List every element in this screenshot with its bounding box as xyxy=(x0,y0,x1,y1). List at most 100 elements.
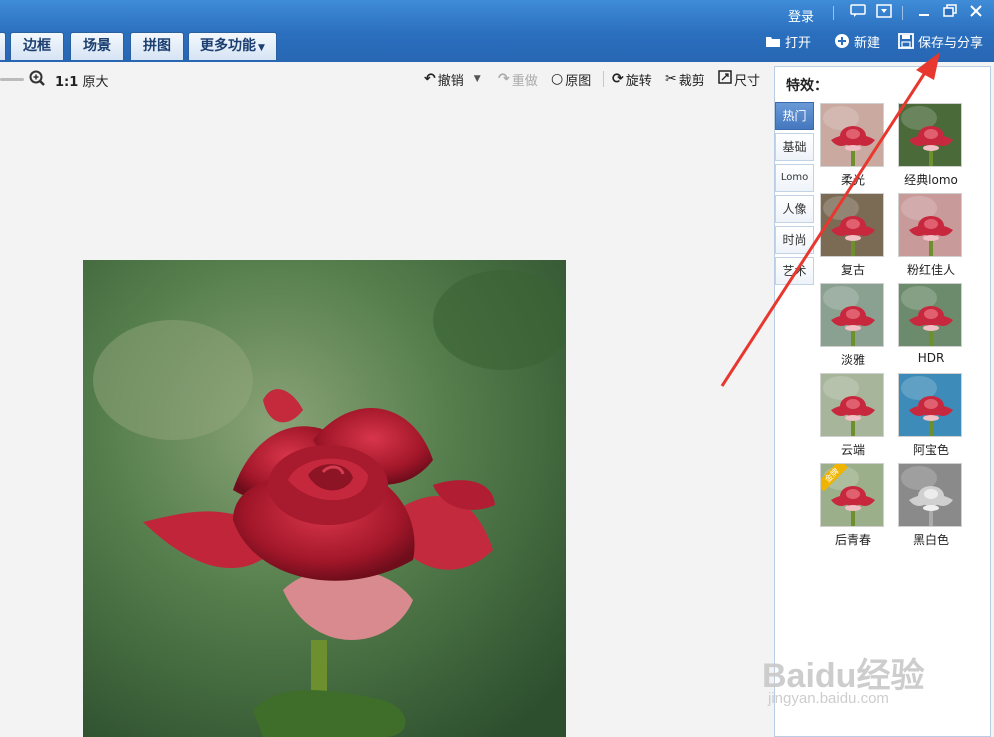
effect-label: HDR xyxy=(917,351,945,365)
plus-circle-icon xyxy=(834,33,850,55)
effect-label: 云端 xyxy=(840,443,865,457)
rose-illustration xyxy=(83,260,566,737)
crop-label: 裁剪 xyxy=(678,73,705,89)
category-tab-lomo[interactable]: Lomo xyxy=(775,164,814,192)
folder-icon xyxy=(765,34,781,54)
watermark-url: jingyan.baidu.com xyxy=(768,690,889,707)
effect-thumbnail xyxy=(898,373,962,437)
original-size-label: 原大 xyxy=(82,75,109,90)
undo-icon: ↶ xyxy=(424,71,436,87)
category-label: 艺术 xyxy=(782,264,807,278)
login-link[interactable]: 登录 xyxy=(788,6,814,25)
new-label: 新建 xyxy=(854,36,881,51)
effect-thumbnail xyxy=(898,193,962,257)
save-share-label: 保存与分享 xyxy=(918,36,984,51)
effect-label: 粉红佳人 xyxy=(906,263,955,277)
effect-thumbnail xyxy=(820,103,884,167)
effect-item[interactable]: 淡雅 xyxy=(820,283,886,368)
effects-panel: 特效： 热门 基础 Lomo 人像 时尚 艺术 柔光 经典lomo 复古 粉红佳人淡雅… xyxy=(774,66,991,737)
tab-border[interactable]: 边框 xyxy=(10,32,64,60)
separator xyxy=(833,6,834,20)
category-label: 人像 xyxy=(782,202,807,216)
rotate-icon: ⟳ xyxy=(612,71,624,87)
open-button[interactable]: 打开 xyxy=(765,34,811,54)
effect-thumbnail: 金牌 xyxy=(820,463,884,527)
tab-label: 边框 xyxy=(23,38,51,54)
save-icon xyxy=(898,33,914,55)
effect-item[interactable]: 云端 xyxy=(820,373,886,458)
redo-icon: ↷ xyxy=(498,71,510,87)
original-label: 原图 xyxy=(565,73,592,89)
effect-label: 黑白色 xyxy=(912,533,949,547)
original-size-button[interactable]: 1:1 原大 xyxy=(55,71,108,90)
effect-item[interactable]: 粉红佳人 xyxy=(898,193,964,278)
undo-label: 撤销 xyxy=(437,73,464,89)
resize-icon xyxy=(718,70,732,88)
category-tab-art[interactable]: 艺术 xyxy=(775,257,814,285)
ratio-label: 1:1 xyxy=(55,75,79,90)
category-tab-basic[interactable]: 基础 xyxy=(775,133,814,161)
open-label: 打开 xyxy=(785,36,812,51)
circle-icon: ○ xyxy=(551,71,564,87)
close-icon[interactable] xyxy=(966,4,986,22)
tab-scene[interactable]: 场景 xyxy=(70,32,124,60)
rotate-label: 旋转 xyxy=(625,73,652,89)
effect-item[interactable]: 复古 xyxy=(820,193,886,278)
tab-label: 更多功能 xyxy=(200,38,257,54)
zoom-in-icon[interactable] xyxy=(29,70,45,90)
title-bar: 登录 边框 场景 拼图 更多功能 ▼ 打开 新建 保存与分享 xyxy=(0,0,994,62)
effect-item[interactable]: 黑白色 xyxy=(898,463,964,548)
tab-collage[interactable]: 拼图 xyxy=(130,32,184,60)
zoom-slider[interactable] xyxy=(0,78,24,81)
restore-icon[interactable] xyxy=(940,4,960,22)
effect-label: 后青春 xyxy=(834,533,871,547)
rose-photo[interactable] xyxy=(83,260,566,737)
effect-label: 阿宝色 xyxy=(912,443,949,457)
undo-button[interactable]: ↶ 撤销 ▼ xyxy=(424,70,481,89)
effect-thumbnail xyxy=(898,283,962,347)
effect-thumbnail xyxy=(898,103,962,167)
comment-icon[interactable] xyxy=(848,4,868,22)
new-button[interactable]: 新建 xyxy=(834,34,880,54)
effect-label: 经典lomo xyxy=(904,173,958,187)
resize-button[interactable]: 尺寸 xyxy=(718,70,761,89)
separator xyxy=(902,6,903,20)
crop-button[interactable]: ✂ 裁剪 xyxy=(665,70,705,89)
category-label: 热门 xyxy=(782,109,807,123)
tab-more-features[interactable]: 更多功能 ▼ xyxy=(188,32,277,60)
size-label: 尺寸 xyxy=(734,73,761,89)
chevron-down-icon: ▼ xyxy=(258,43,265,53)
effect-item[interactable]: 阿宝色 xyxy=(898,373,964,458)
category-label: Lomo xyxy=(780,172,809,183)
effect-label: 柔光 xyxy=(840,173,865,187)
edit-toolbar xyxy=(0,62,770,96)
redo-label: 重做 xyxy=(511,73,538,89)
effect-item[interactable]: 柔光 xyxy=(820,103,886,188)
rotate-button[interactable]: ⟳ 旋转 xyxy=(612,70,652,89)
minimize-icon[interactable] xyxy=(914,4,934,22)
dropdown-icon[interactable] xyxy=(874,4,894,22)
effect-thumbnail xyxy=(898,463,962,527)
tab-label: 场景 xyxy=(83,38,111,54)
separator xyxy=(603,71,604,87)
save-share-button[interactable]: 保存与分享 xyxy=(898,33,984,55)
effect-item[interactable]: 金牌 后青春 xyxy=(820,463,886,548)
redo-button[interactable]: ↷ 重做 xyxy=(498,70,538,89)
category-tab-portrait[interactable]: 人像 xyxy=(775,195,814,223)
panel-title: 特效： xyxy=(786,78,828,94)
effect-label: 复古 xyxy=(840,263,865,277)
scissors-icon: ✂ xyxy=(665,71,677,87)
category-label: 时尚 xyxy=(782,233,807,247)
chevron-down-icon[interactable]: ▼ xyxy=(474,74,481,84)
effect-label: 淡雅 xyxy=(840,353,865,367)
tab-label: 拼图 xyxy=(143,38,171,54)
category-tab-hot[interactable]: 热门 xyxy=(775,102,814,130)
original-button[interactable]: ○ 原图 xyxy=(551,70,592,89)
effect-thumbnail xyxy=(820,373,884,437)
tab-partial[interactable] xyxy=(0,32,6,60)
category-tab-fashion[interactable]: 时尚 xyxy=(775,226,814,254)
effect-thumbnail xyxy=(820,193,884,257)
category-label: 基础 xyxy=(782,140,807,154)
effect-item[interactable]: 经典lomo xyxy=(898,103,964,188)
effect-item[interactable]: HDR xyxy=(898,283,964,365)
